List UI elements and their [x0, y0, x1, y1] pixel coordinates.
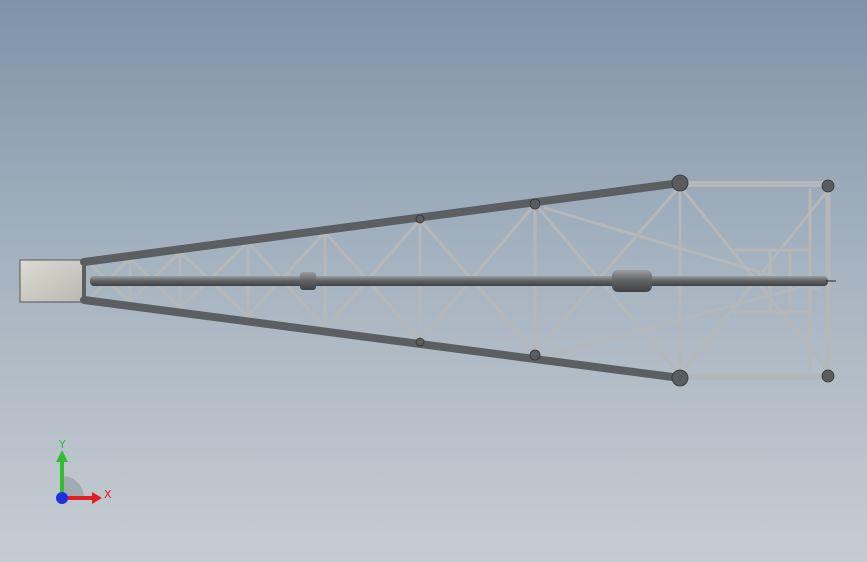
3d-viewport[interactable]: Y X	[0, 0, 867, 562]
y-axis-label: Y	[58, 440, 66, 451]
coordinate-triad: Y X	[56, 440, 112, 504]
y-arrow-icon	[56, 450, 68, 462]
x-arrow-icon	[92, 492, 102, 504]
end-plate[interactable]	[19, 259, 85, 303]
z-axis-icon	[56, 492, 68, 504]
x-axis-label: X	[104, 488, 112, 501]
truss-boom-model[interactable]	[0, 0, 867, 562]
